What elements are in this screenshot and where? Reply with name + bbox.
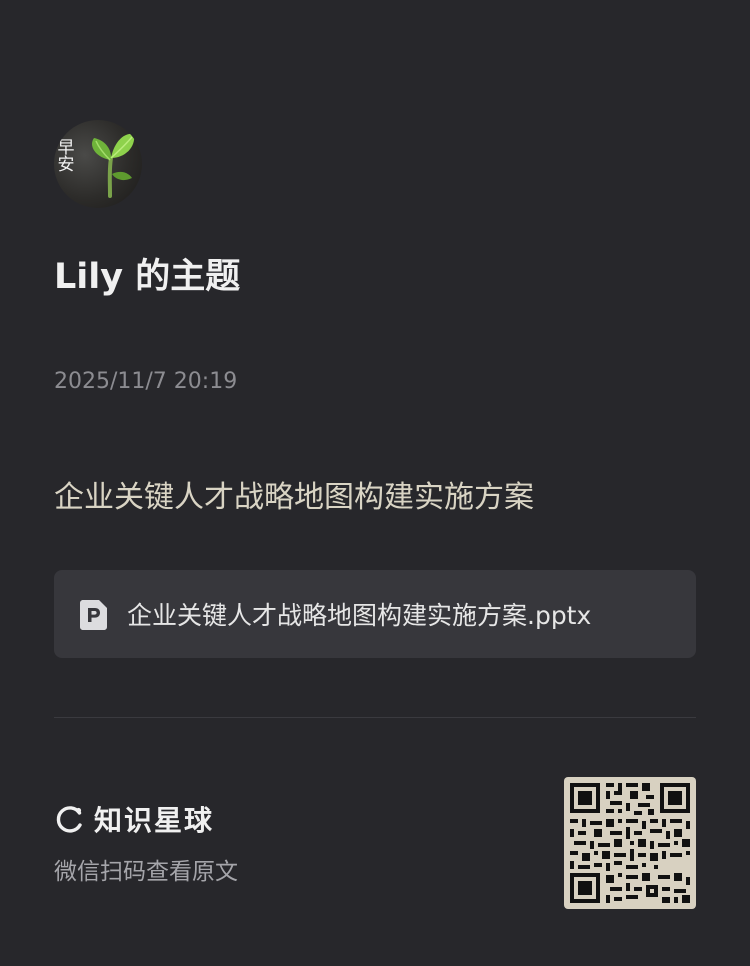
brand-name: 知识星球: [94, 804, 215, 837]
scan-hint: 微信扫码查看原文: [54, 859, 238, 885]
topic-description: 企业关键人才战略地图构建实施方案: [54, 480, 534, 515]
qr-code-icon: [564, 777, 696, 909]
divider: [54, 717, 696, 718]
attachment-card[interactable]: 企业关键人才战略地图构建实施方案.pptx: [54, 570, 696, 658]
attachment-file-name: 企业关键人才战略地图构建实施方案.pptx: [127, 601, 592, 630]
pptx-file-icon: [80, 600, 107, 630]
timestamp: 2025/11/7 20:19: [54, 369, 238, 394]
topic-title: Lily 的主题: [54, 257, 241, 297]
sprout-icon: [91, 133, 135, 198]
brand: 知识星球: [54, 801, 214, 837]
avatar[interactable]: 早安: [54, 120, 142, 208]
avatar-glyph: 早安: [57, 138, 75, 175]
knowledge-planet-icon: [56, 806, 82, 833]
